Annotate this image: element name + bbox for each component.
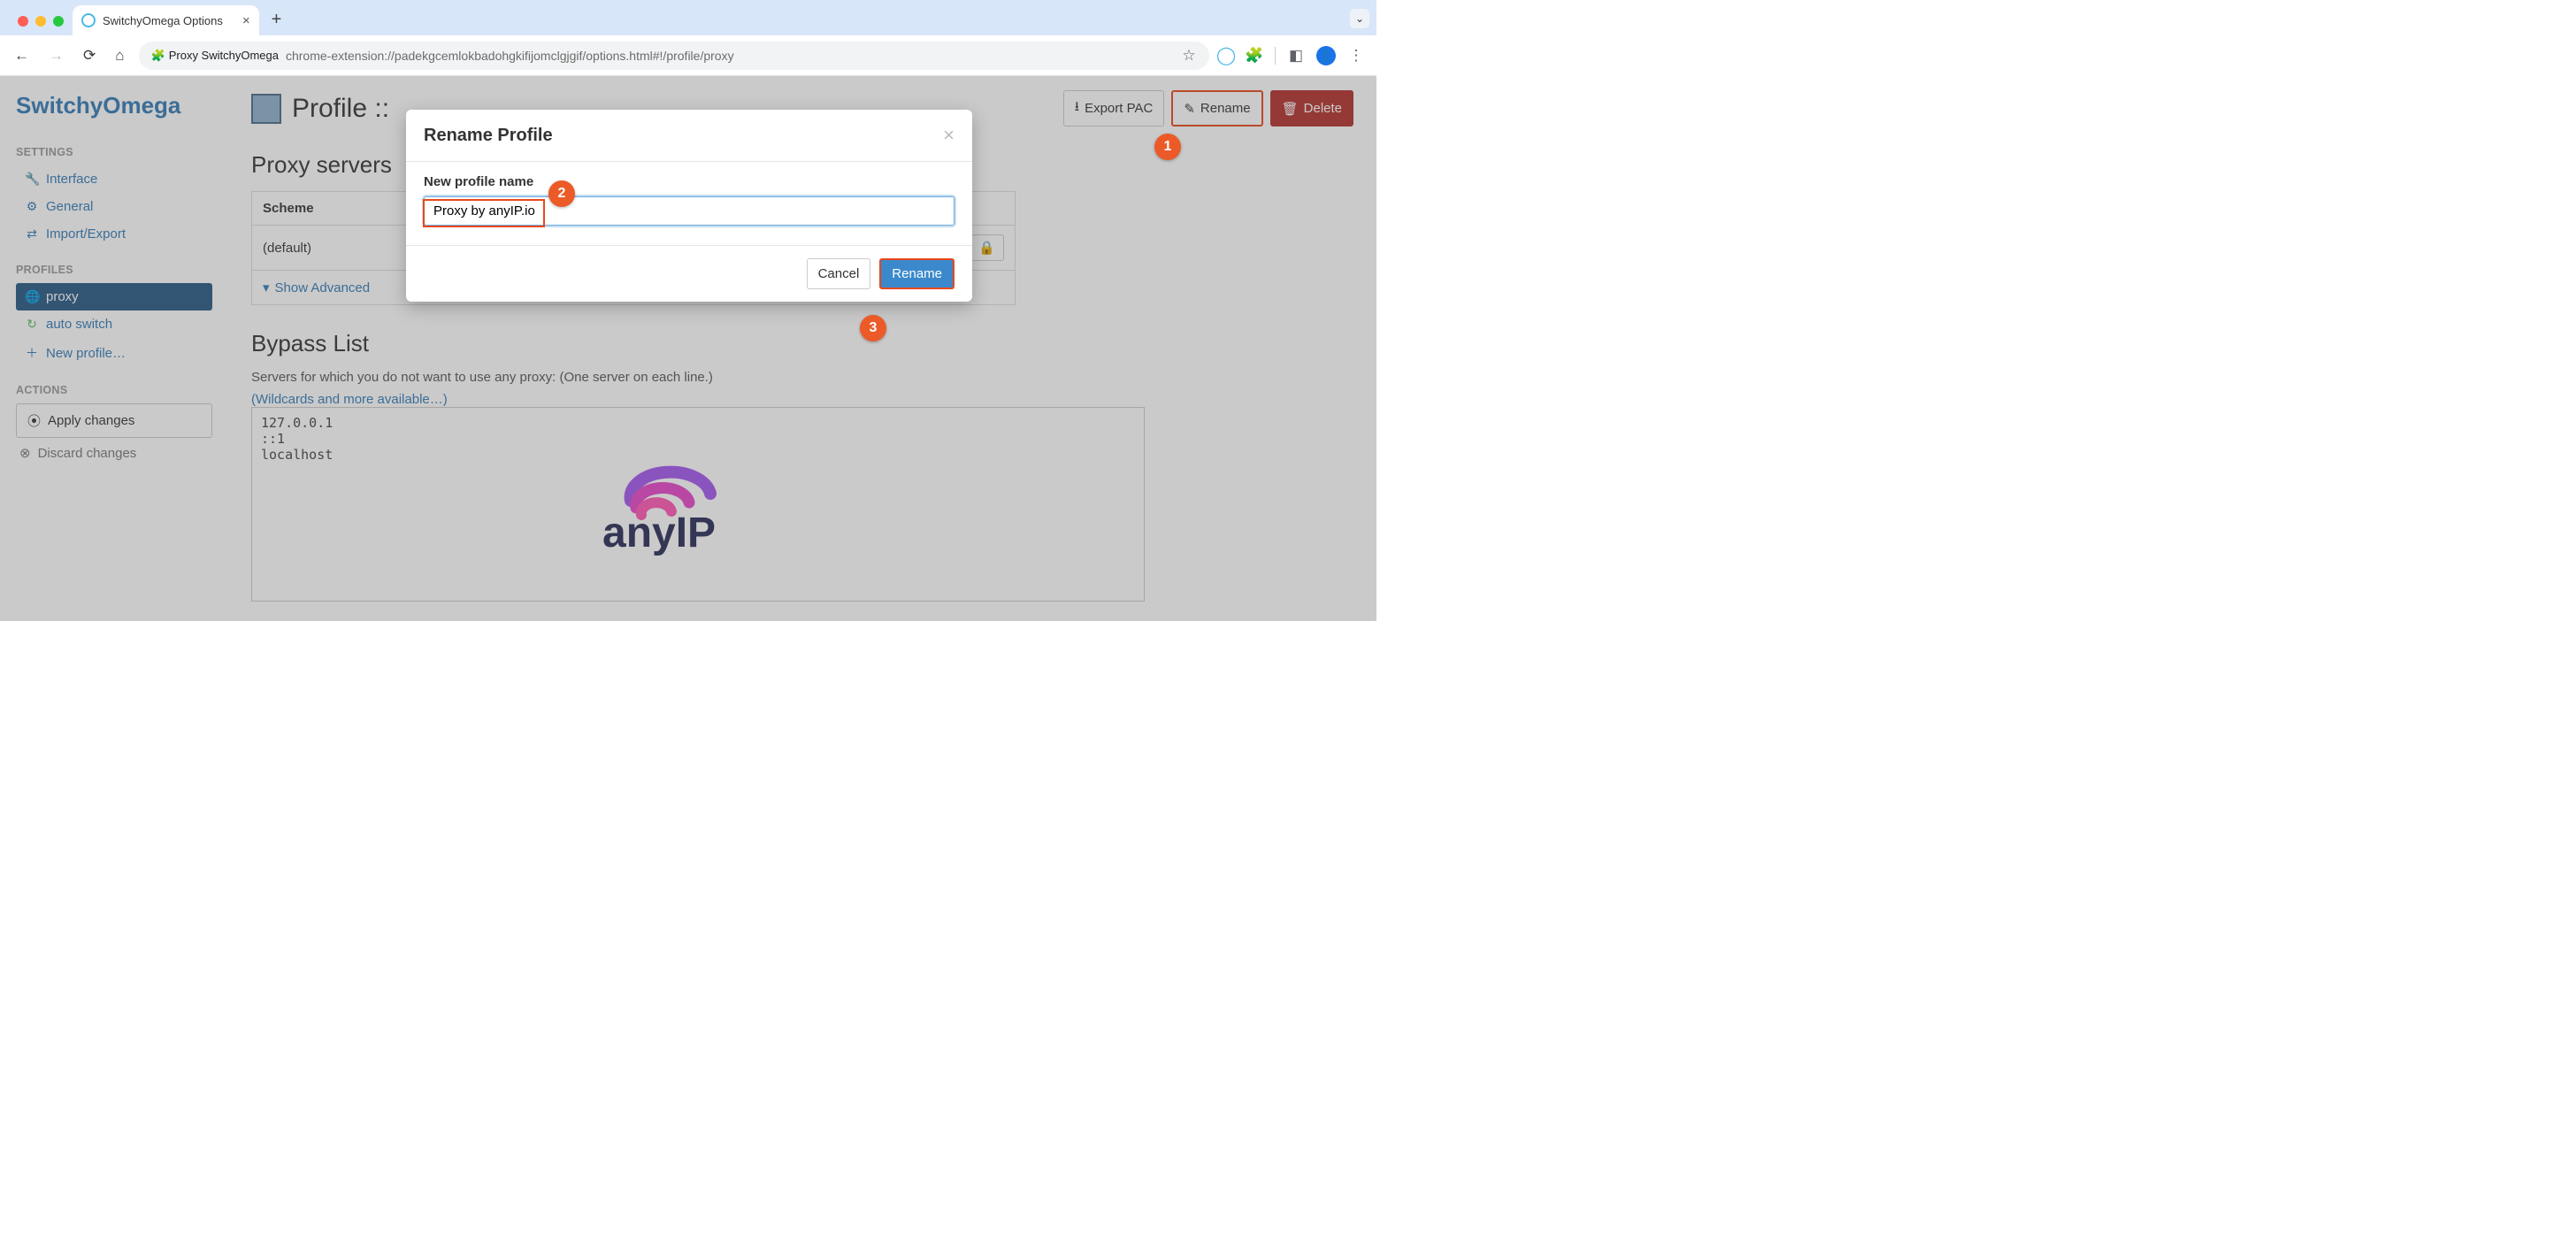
- close-window-icon[interactable]: [18, 16, 28, 27]
- forward-button[interactable]: →: [43, 43, 69, 68]
- extensions-icon[interactable]: 🧩: [1246, 48, 1262, 64]
- star-icon[interactable]: ☆: [1181, 48, 1197, 64]
- url-text: chrome-extension://padekgcemlokbadohgkif…: [286, 49, 734, 63]
- tabs-overflow-button[interactable]: ⌄: [1350, 9, 1369, 28]
- reload-button[interactable]: ⟳: [78, 43, 101, 68]
- cancel-label: Cancel: [818, 266, 860, 281]
- minimize-window-icon[interactable]: [35, 16, 46, 27]
- cancel-button[interactable]: Cancel: [807, 258, 871, 289]
- annotation-badge-3: 3: [860, 315, 886, 341]
- address-bar[interactable]: 🧩 Proxy SwitchyOmega chrome-extension://…: [139, 42, 1209, 70]
- modal-title: Rename Profile: [424, 126, 553, 146]
- browser-tabbar: SwitchyOmega Options × + ⌄: [0, 0, 1376, 35]
- profile-avatar-icon[interactable]: 👤: [1316, 46, 1336, 65]
- new-profile-name-input[interactable]: [424, 196, 954, 226]
- home-button[interactable]: ⌂: [110, 43, 129, 68]
- maximize-window-icon[interactable]: [53, 16, 64, 27]
- rename-confirm-button[interactable]: Rename: [879, 258, 954, 289]
- sidepanel-icon[interactable]: ◧: [1288, 48, 1304, 64]
- puzzle-icon: 🧩: [151, 49, 165, 63]
- rename-confirm-label: Rename: [892, 266, 942, 281]
- browser-toolbar: ← → ⟳ ⌂ 🧩 Proxy SwitchyOmega chrome-exte…: [0, 35, 1376, 76]
- annotation-badge-2: 2: [548, 180, 575, 207]
- switchyomega-extension-icon[interactable]: ◯: [1218, 48, 1234, 64]
- tab-title: SwitchyOmega Options: [103, 14, 223, 27]
- back-button[interactable]: ←: [9, 43, 34, 68]
- site-identity[interactable]: 🧩 Proxy SwitchyOmega: [151, 49, 279, 63]
- window-controls: [9, 16, 73, 35]
- annotation-badge-1: 1: [1154, 134, 1181, 160]
- site-identity-label: Proxy SwitchyOmega: [169, 49, 279, 62]
- close-tab-icon[interactable]: ×: [230, 13, 250, 28]
- browser-tab[interactable]: SwitchyOmega Options ×: [73, 5, 259, 35]
- new-tab-button[interactable]: +: [259, 10, 295, 35]
- new-profile-name-label: New profile name: [424, 174, 954, 189]
- separator: [1275, 47, 1276, 65]
- close-icon[interactable]: ×: [943, 124, 954, 147]
- rename-profile-modal: Rename Profile × New profile name Cancel…: [406, 110, 972, 302]
- extension-favicon-icon: [81, 13, 96, 27]
- kebab-menu-icon[interactable]: ⋮: [1348, 48, 1364, 64]
